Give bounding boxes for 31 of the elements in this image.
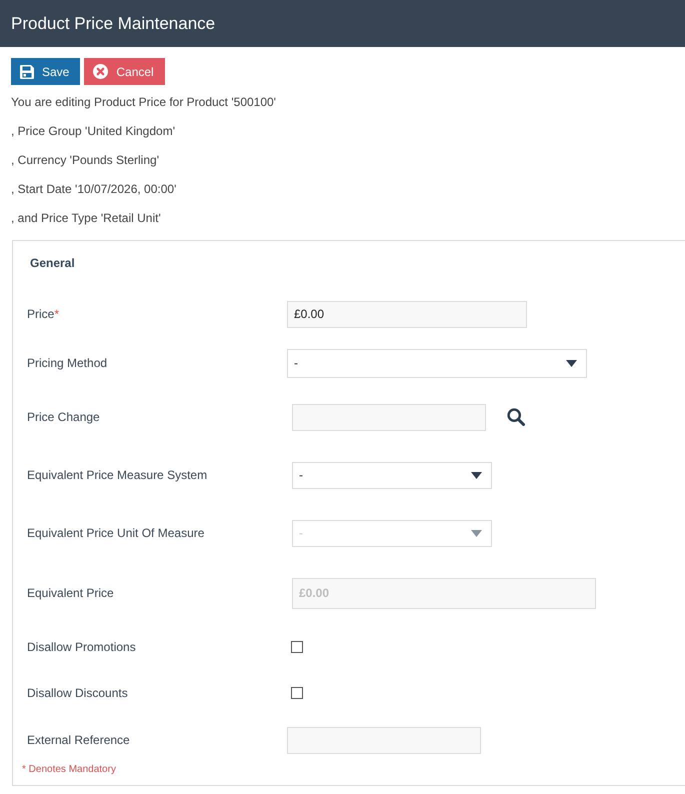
- cancel-button[interactable]: Cancel: [84, 58, 165, 85]
- field-label: Price*: [27, 307, 60, 321]
- info-text: , and Price Type 'Retail Unit': [11, 210, 161, 227]
- info-text: You are editing Product Price for Product '500100': [11, 94, 276, 111]
- field-label: Equivalent Price: [27, 586, 114, 600]
- caret-down-icon: [471, 472, 482, 478]
- checkbox[interactable]: [291, 687, 303, 699]
- text-field[interactable]: £0.00: [287, 300, 527, 328]
- field-label: Equivalent Price Unit Of Measure: [27, 526, 204, 540]
- checkbox[interactable]: [291, 641, 303, 653]
- save-button[interactable]: Save: [11, 58, 80, 85]
- page-title: Product Price Maintenance: [11, 14, 216, 34]
- info-text: , Currency 'Pounds Sterling': [11, 152, 159, 169]
- info-text: , Price Group 'United Kingdom': [11, 123, 175, 140]
- field-label: Disallow Discounts: [27, 686, 128, 700]
- text-field[interactable]: [292, 404, 486, 430]
- dropdown[interactable]: -: [292, 462, 492, 488]
- search-icon[interactable]: [507, 408, 525, 426]
- text-field[interactable]: [287, 726, 481, 754]
- mandatory-note: * Denotes Mandatory: [22, 764, 116, 776]
- dropdown[interactable]: -: [287, 348, 587, 378]
- field-label: External Reference: [27, 733, 130, 747]
- info-text: , Start Date '10/07/2026, 00:00': [11, 181, 176, 198]
- caret-down-icon: [471, 530, 482, 536]
- section-title: General: [30, 255, 75, 271]
- field-label: Equivalent Price Measure System: [27, 468, 208, 482]
- field-label: Price Change: [27, 410, 100, 424]
- field-label: Disallow Promotions: [27, 640, 136, 654]
- field-label: Pricing Method: [27, 356, 108, 370]
- caret-down-icon: [566, 360, 577, 366]
- x-circle-icon: [93, 64, 108, 79]
